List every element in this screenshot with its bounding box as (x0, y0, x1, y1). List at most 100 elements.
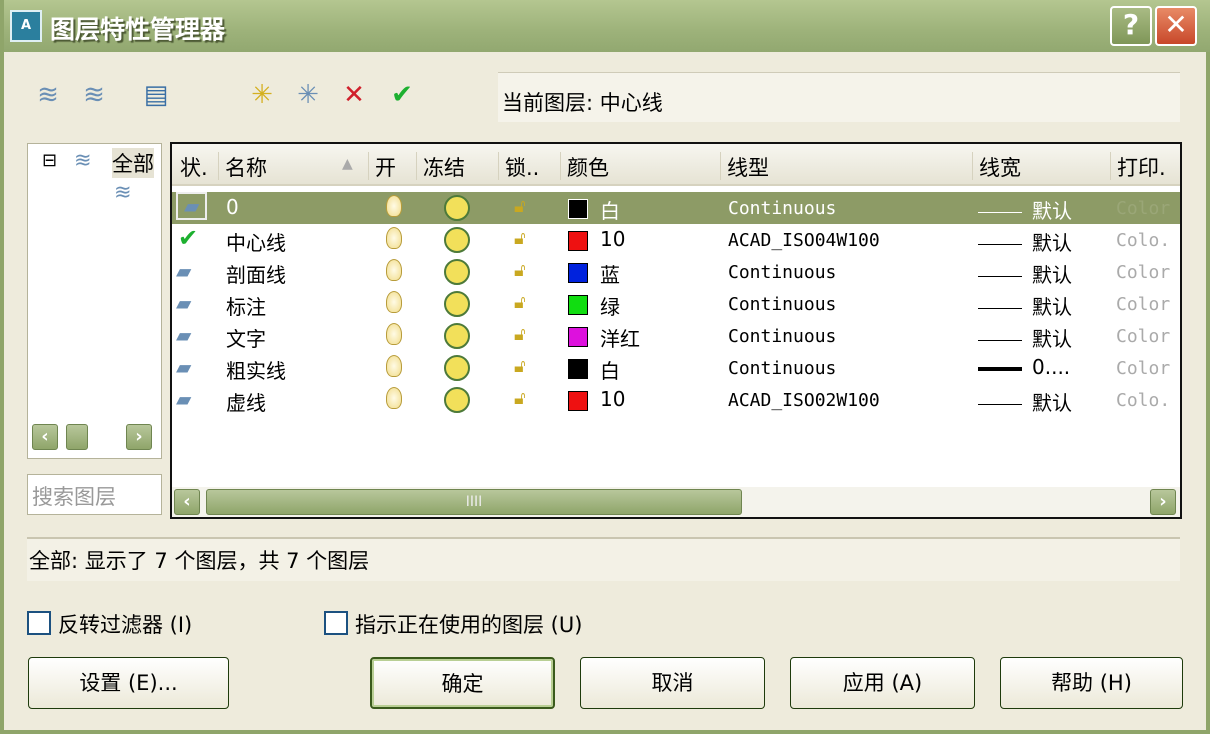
scroll-thumb[interactable]: IIII (206, 489, 742, 515)
lineweight[interactable]: 默认 (978, 323, 1072, 352)
tree-scroll-thumb[interactable] (66, 424, 88, 450)
unlocked-icon[interactable]: 🔓︎ (514, 388, 538, 410)
thawed-sun-icon[interactable] (444, 355, 470, 381)
layer-row[interactable]: ▰ 文字 🔓︎ 洋红 Continuous 默认 Color (172, 320, 1182, 352)
color-name[interactable]: 绿 (600, 291, 620, 320)
lightbulb-on-icon[interactable] (386, 355, 402, 377)
delete-layer-icon[interactable]: ✕ (336, 78, 372, 112)
lineweight[interactable]: 0.... (978, 355, 1070, 379)
col-name[interactable]: 名称 (218, 152, 267, 180)
layer-row[interactable]: ✔ 中心线 🔓︎ 10 ACAD_ISO04W100 默认 Colo. (172, 224, 1182, 256)
plot-style[interactable]: Color (1116, 326, 1170, 347)
help-button[interactable]: ? (1110, 6, 1152, 46)
help-dialog-button[interactable]: 帮助 (H) (1000, 657, 1183, 709)
color-name[interactable]: 白 (600, 195, 620, 224)
unlocked-icon[interactable]: 🔓︎ (514, 228, 538, 250)
tree-item-all[interactable]: 全部 (112, 148, 154, 178)
plot-style[interactable]: Color (1116, 358, 1170, 379)
thawed-sun-icon[interactable] (444, 259, 470, 285)
settings-button[interactable]: 设置 (E)... (28, 657, 229, 709)
plot-style[interactable]: Colo. (1116, 230, 1170, 251)
layer-icon[interactable]: ▰ (176, 291, 191, 315)
layer-row[interactable]: ▰0 🔓︎ 白 Continuous 默认 Color (172, 192, 1182, 224)
lightbulb-on-icon[interactable] (386, 259, 402, 281)
col-lock[interactable]: 锁.. (498, 152, 539, 180)
linetype[interactable]: Continuous (728, 358, 836, 379)
color-name[interactable]: 洋红 (600, 323, 640, 352)
layer-icon[interactable]: ▰ (176, 387, 191, 411)
layer-icon[interactable]: ▰ (176, 259, 191, 283)
col-lineweight[interactable]: 线宽 (972, 152, 1021, 180)
color-name[interactable]: 蓝 (600, 259, 620, 288)
used-layers-filter-icon[interactable]: ≋ (114, 180, 132, 204)
current-layer-check-icon[interactable]: ✔ (178, 224, 198, 252)
lineweight[interactable]: 默认 (978, 291, 1072, 320)
color-swatch[interactable] (568, 327, 588, 347)
color-name[interactable]: 10 (600, 387, 625, 411)
ok-button[interactable]: 确定 (370, 657, 555, 709)
layer-row[interactable]: ▰标注 🔓︎ 绿 Continuous 默认 Color (172, 288, 1182, 320)
layer-icon[interactable]: ▰ (176, 355, 191, 379)
color-name[interactable]: 10 (600, 227, 625, 251)
plot-style[interactable]: Color (1116, 262, 1170, 283)
color-swatch[interactable] (568, 199, 588, 219)
linetype[interactable]: ACAD_ISO02W100 (728, 390, 880, 411)
linetype[interactable]: Continuous (728, 294, 836, 315)
cancel-button[interactable]: 取消 (580, 657, 765, 709)
color-swatch[interactable] (568, 263, 588, 283)
color-swatch[interactable] (568, 359, 588, 379)
col-status[interactable]: 状. (174, 152, 208, 180)
search-layers-input[interactable]: 搜索图层 (27, 474, 162, 515)
lineweight[interactable]: 默认 (978, 387, 1072, 416)
new-layer-icon[interactable]: ✳ (244, 78, 280, 112)
col-linetype[interactable]: 线型 (720, 152, 769, 180)
thawed-sun-icon[interactable] (444, 323, 470, 349)
layer-name[interactable]: 中心线 (226, 227, 286, 256)
indicate-in-use-label[interactable]: 指示正在使用的图层 (U) (355, 609, 582, 639)
linetype[interactable]: Continuous (728, 326, 836, 347)
new-group-filter-icon[interactable]: ≋ (76, 78, 112, 112)
invert-filter-checkbox[interactable] (27, 611, 51, 635)
set-current-icon[interactable]: ✔ (384, 78, 420, 112)
layer-icon[interactable]: ▰ (176, 323, 191, 347)
unlocked-icon[interactable]: 🔓︎ (514, 324, 538, 346)
col-plot-style[interactable]: 打印. (1110, 152, 1166, 180)
col-freeze[interactable]: 冻结 (416, 152, 465, 180)
layer-row[interactable]: ▰粗实线 🔓︎ 白 Continuous 0.... Color (172, 352, 1182, 384)
linetype[interactable]: Continuous (728, 262, 836, 283)
close-button[interactable]: ✕ (1155, 6, 1197, 46)
thawed-sun-icon[interactable] (444, 291, 470, 317)
filter-tree[interactable]: ⊟ ≋ 全部 ≋ ‹ › (27, 143, 162, 459)
tree-scroll-left[interactable]: ‹ (32, 424, 58, 450)
thawed-sun-icon[interactable] (444, 387, 470, 413)
color-name[interactable]: 白 (600, 355, 620, 384)
unlocked-icon[interactable]: 🔓︎ (514, 196, 538, 218)
scroll-left-button[interactable]: ‹ (174, 489, 200, 515)
invert-filter-label[interactable]: 反转过滤器 (I) (58, 609, 192, 639)
unlocked-icon[interactable]: 🔓︎ (514, 292, 538, 314)
thawed-sun-icon[interactable] (444, 195, 470, 221)
layer-name[interactable]: 文字 (226, 323, 266, 352)
layer-name[interactable]: 0 (226, 195, 239, 219)
color-swatch[interactable] (568, 391, 588, 411)
lineweight[interactable]: 默认 (978, 259, 1072, 288)
layer-name[interactable]: 剖面线 (226, 259, 286, 288)
col-on[interactable]: 开 (368, 152, 396, 180)
linetype[interactable]: ACAD_ISO04W100 (728, 230, 880, 251)
lineweight[interactable]: 默认 (978, 195, 1072, 224)
layer-list[interactable]: 状. 名称 ▲ 开 冻结 锁.. 颜色 线型 线宽 打印. ▰0 🔓︎ 白 Co… (170, 142, 1182, 519)
thawed-sun-icon[interactable] (444, 227, 470, 253)
scroll-right-button[interactable]: › (1150, 489, 1176, 515)
layer-states-manager-icon[interactable]: ▤ (138, 78, 174, 112)
plot-style[interactable]: Color (1116, 198, 1170, 219)
layer-icon[interactable]: ▰ (176, 192, 207, 220)
lineweight[interactable]: 默认 (978, 227, 1072, 256)
lightbulb-on-icon[interactable] (386, 227, 402, 249)
color-swatch[interactable] (568, 231, 588, 251)
unlocked-icon[interactable]: 🔓︎ (514, 356, 538, 378)
lightbulb-on-icon[interactable] (386, 291, 402, 313)
layer-row[interactable]: ▰虚线 🔓︎ 10 ACAD_ISO02W100 默认 Colo. (172, 384, 1182, 416)
indicate-in-use-checkbox[interactable] (324, 611, 348, 635)
layer-name[interactable]: 标注 (226, 291, 266, 320)
layer-name[interactable]: 虚线 (226, 387, 266, 416)
